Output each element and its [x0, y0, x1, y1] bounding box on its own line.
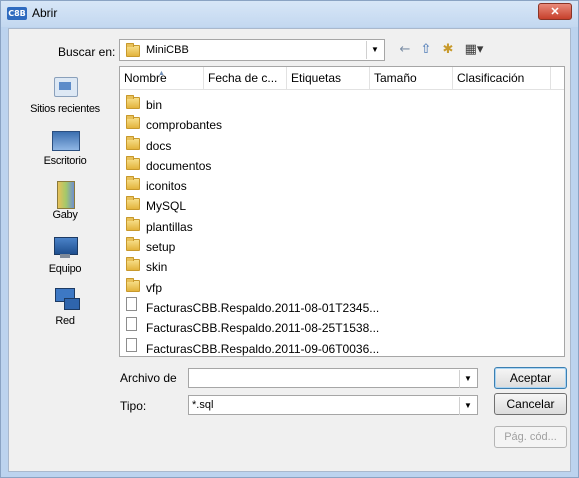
column-label: Etiquetas: [291, 71, 342, 85]
file-type-dropdown[interactable]: *.sql ▼: [188, 395, 478, 415]
column-label: Fecha de c...: [208, 71, 278, 85]
place-computer[interactable]: Equipo: [15, 233, 115, 275]
dialog-body: Buscar en: MiniCBB ▼ ← ⇧ ✱ ▦▾ Sitios rec…: [8, 28, 571, 472]
place-recent[interactable]: Sitios recientes: [15, 73, 115, 115]
file-name: setup: [146, 240, 176, 255]
column-size[interactable]: Tamaño: [370, 67, 453, 89]
file-name: FacturasCBB.Respaldo.2011-08-01T2345...: [146, 300, 380, 315]
look-in-label: Buscar en:: [58, 45, 116, 59]
title-bar[interactable]: C8B Abrir ✕: [1, 1, 578, 27]
file-list[interactable]: ▲ Nombre Fecha de c... Etiquetas Tamaño …: [119, 66, 565, 357]
column-tags[interactable]: Etiquetas: [287, 67, 370, 89]
file-name: comprobantes: [146, 118, 223, 133]
chevron-down-icon[interactable]: ▼: [366, 41, 383, 59]
place-label: Gaby: [52, 209, 78, 221]
app-icon: C8B: [7, 7, 27, 20]
user-folder-icon: [50, 179, 80, 209]
recent-places-icon: [50, 73, 80, 101]
folder-icon: [126, 135, 140, 150]
folder-icon: [126, 43, 140, 57]
file-icon: [126, 337, 137, 352]
file-type-value: *.sql: [192, 399, 214, 411]
column-label: Tamaño: [374, 71, 417, 85]
file-name-field[interactable]: ▼: [188, 368, 478, 388]
folder-icon: [126, 277, 140, 292]
file-icon: [126, 296, 137, 311]
look-in-value: MiniCBB: [146, 44, 189, 56]
place-network[interactable]: Red: [15, 285, 115, 327]
back-icon[interactable]: ←: [397, 41, 413, 59]
folder-icon: [126, 216, 140, 231]
look-in-dropdown[interactable]: MiniCBB ▼: [119, 39, 385, 61]
file-name: iconitos: [146, 179, 187, 194]
folder-icon: [126, 257, 140, 272]
column-rating[interactable]: Clasificación: [453, 67, 551, 89]
open-dialog: C8B Abrir ✕ Buscar en: MiniCBB ▼ ← ⇧ ✱ ▦…: [0, 0, 579, 478]
place-desktop[interactable]: Escritorio: [15, 125, 115, 167]
chevron-down-icon[interactable]: ▼: [459, 397, 476, 415]
window-title: Abrir: [32, 6, 58, 20]
file-name: docs: [146, 138, 172, 153]
close-button[interactable]: ✕: [538, 3, 572, 20]
column-name[interactable]: ▲ Nombre: [120, 67, 204, 89]
views-menu-icon[interactable]: ▦▾: [461, 41, 487, 59]
file-icon: [126, 317, 137, 332]
new-folder-icon[interactable]: ✱: [439, 41, 457, 59]
file-name: documentos: [146, 158, 212, 173]
network-icon: [50, 285, 80, 313]
file-name-input[interactable]: [191, 370, 457, 386]
place-label: Equipo: [48, 263, 82, 275]
file-name-label: Archivo de: [120, 371, 177, 385]
place-label: Escritorio: [43, 155, 87, 167]
file-name: bin: [146, 98, 163, 112]
chevron-down-icon[interactable]: ▼: [459, 370, 476, 388]
codepage-button: Pág. cód...: [494, 426, 567, 448]
up-folder-icon[interactable]: ⇧: [417, 41, 435, 59]
folder-icon: [126, 176, 140, 191]
computer-icon: [50, 233, 80, 261]
column-label: Clasificación: [457, 71, 525, 85]
file-name: FacturasCBB.Respaldo.2011-08-25T1538...: [146, 321, 380, 336]
place-label: Red: [55, 315, 75, 327]
file-name: MySQL: [146, 199, 187, 214]
file-name: FacturasCBB.Respaldo.2011-09-06T0036...: [146, 341, 380, 356]
file-name: vfp: [146, 280, 163, 295]
folder-icon: [126, 196, 140, 211]
column-date[interactable]: Fecha de c...: [204, 67, 287, 89]
file-name: skin: [146, 260, 168, 275]
folder-icon: [126, 155, 140, 170]
cancel-button[interactable]: Cancelar: [494, 393, 567, 415]
sort-ascending-icon: ▲: [158, 70, 165, 77]
place-user[interactable]: Gaby: [15, 179, 115, 221]
folder-icon: [126, 95, 140, 109]
folder-icon: [126, 237, 140, 252]
folder-icon: [126, 115, 140, 130]
place-label: Sitios recientes: [30, 103, 100, 115]
file-name: plantillas: [146, 219, 193, 234]
file-type-label: Tipo:: [120, 399, 147, 413]
desktop-icon: [50, 125, 80, 153]
column-header: ▲ Nombre Fecha de c... Etiquetas Tamaño …: [120, 67, 564, 90]
accept-button[interactable]: Aceptar: [494, 367, 567, 389]
